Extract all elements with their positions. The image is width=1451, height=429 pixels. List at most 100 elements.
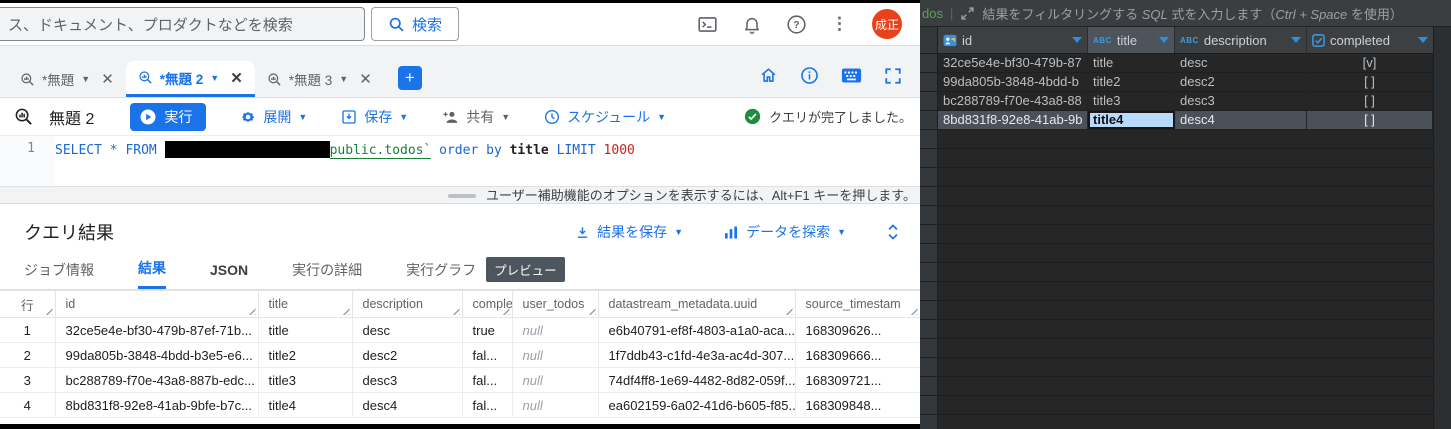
tab-job-info[interactable]: ジョブ情報 [24, 250, 94, 289]
cell-user-todos[interactable]: null [512, 317, 599, 343]
grid-empty-row[interactable] [920, 168, 1451, 187]
tab-untitled-3[interactable]: *無題 3 ▼ ✕ [255, 61, 384, 97]
table-row[interactable]: 4 8bd831f8-92e8-41ab-9bfe-b7c... title4 … [0, 392, 921, 418]
grid-col-title-selected[interactable]: ABC title [1088, 27, 1175, 53]
cell-completed[interactable]: true [462, 317, 513, 343]
cell-description[interactable]: desc3 [1175, 92, 1307, 110]
row-gutter[interactable] [920, 244, 938, 262]
explore-data-menu[interactable]: データを探索 ▼ [723, 222, 846, 242]
help-icon[interactable]: ? [786, 14, 807, 35]
cell-datastream-uuid[interactable]: e6b40791-ef8f-4803-a1a0-aca... [598, 317, 796, 343]
cell-source-timestamp[interactable]: 168309848... [795, 392, 921, 418]
tab-caret-icon[interactable]: ▼ [81, 74, 90, 84]
search-button[interactable]: 検索 [371, 7, 460, 41]
column-resize-handle[interactable] [784, 307, 793, 315]
table-row[interactable]: 3 bc288789-f70e-43a8-887b-edc... title3 … [0, 367, 921, 393]
expand-arrows-icon[interactable] [960, 6, 975, 21]
grid-empty-row[interactable] [920, 187, 1451, 206]
fullscreen-icon[interactable] [884, 67, 902, 85]
cell-title[interactable]: title3 [258, 367, 353, 393]
cell-description[interactable]: desc2 [352, 342, 463, 368]
column-resize-handle[interactable] [587, 307, 596, 315]
cell-completed[interactable]: fal... [462, 342, 513, 368]
row-gutter[interactable] [920, 206, 938, 224]
grid-empty-row[interactable] [920, 377, 1451, 396]
cell-id[interactable]: 99da805b-3848-4bdd-b [938, 73, 1088, 91]
grid-empty-row[interactable] [920, 225, 1451, 244]
keyboard-shortcuts-icon[interactable] [841, 67, 862, 84]
cell-description[interactable]: desc4 [352, 392, 463, 418]
cell-completed[interactable]: [v] [1307, 54, 1433, 72]
row-gutter[interactable] [920, 282, 938, 300]
cell-title[interactable]: title2 [258, 342, 353, 368]
cell-completed[interactable]: [ ] [1307, 92, 1433, 110]
row-gutter[interactable] [920, 358, 938, 376]
grid-empty-row[interactable] [920, 301, 1451, 320]
cell-completed[interactable]: fal... [462, 392, 513, 418]
cell-id[interactable]: 99da805b-3848-4bdd-b3e5-e6... [55, 342, 259, 368]
cell-datastream-uuid[interactable]: 1f7ddb43-c1fd-4e3a-ac4d-307... [598, 342, 796, 368]
col-header-description[interactable]: description [352, 290, 463, 318]
column-resize-handle[interactable] [247, 307, 256, 315]
column-filter-caret-icon[interactable] [1159, 37, 1169, 43]
filter-input-hint[interactable]: 結果をフィルタリングする SQL 式を入力します（Ctrl + Space を使… [982, 4, 1403, 23]
grid-col-id[interactable]: id [938, 27, 1088, 53]
cell-description[interactable]: desc2 [1175, 73, 1307, 91]
cell-user-todos[interactable]: null [512, 367, 599, 393]
cell-id[interactable]: bc288789-f70e-43a8-88 [938, 92, 1088, 110]
save-menu[interactable]: 保存 ▼ [341, 107, 408, 127]
cell-user-todos[interactable]: null [512, 392, 599, 418]
column-resize-handle[interactable] [451, 307, 460, 315]
cell-title[interactable]: title2 [1088, 73, 1175, 91]
row-gutter[interactable] [920, 92, 938, 110]
grid-col-description[interactable]: ABC description [1175, 27, 1307, 53]
row-gutter[interactable] [920, 377, 938, 395]
sql-code-line[interactable]: SELECT * FROM public.todos` order by tit… [55, 136, 635, 186]
tab-caret-icon[interactable]: ▼ [210, 73, 219, 83]
cell-completed[interactable]: [ ] [1307, 111, 1433, 129]
row-gutter[interactable] [920, 111, 938, 129]
row-gutter[interactable] [920, 415, 938, 429]
cell-completed[interactable]: [ ] [1307, 73, 1433, 91]
schedule-menu[interactable]: スケジュール ▼ [544, 107, 666, 127]
save-results-menu[interactable]: 結果を保存 ▼ [575, 222, 683, 242]
cell-source-timestamp[interactable]: 168309666... [795, 342, 921, 368]
row-gutter[interactable] [920, 149, 938, 167]
table-row[interactable]: 2 99da805b-3848-4bdd-b3e5-e6... title2 d… [0, 342, 921, 368]
global-search-box[interactable] [0, 7, 365, 41]
column-filter-caret-icon[interactable] [1072, 37, 1082, 43]
column-resize-handle[interactable] [44, 307, 53, 315]
grid-empty-row[interactable] [920, 415, 1451, 429]
cell-completed[interactable]: fal... [462, 367, 513, 393]
cell-datastream-uuid[interactable]: ea602159-6a02-41d6-b605-f85... [598, 392, 796, 418]
row-gutter[interactable] [920, 54, 938, 72]
cell-datastream-uuid[interactable]: 74df4ff8-1e69-4482-8d82-059f... [598, 367, 796, 393]
cloud-shell-icon[interactable] [697, 14, 718, 35]
row-gutter[interactable] [920, 301, 938, 319]
tab-untitled-2-active[interactable]: *無題 2 ▼ ✕ [125, 61, 255, 97]
column-filter-caret-icon[interactable] [1291, 37, 1301, 43]
col-header-completed[interactable]: comple [462, 290, 513, 318]
grid-empty-row[interactable] [920, 396, 1451, 415]
cell-description[interactable]: desc3 [352, 367, 463, 393]
avatar[interactable]: 成正 [872, 9, 902, 39]
sql-editor[interactable]: 1 SELECT * FROM public.todos` order by t… [0, 136, 920, 186]
grid-row-selected[interactable]: 8bd831f8-92e8-41ab-9b title4 desc4 [ ] [920, 111, 1451, 130]
col-header-user-todos[interactable]: user_todos [512, 290, 599, 318]
cell-user-todos[interactable]: null [512, 342, 599, 368]
grid-empty-row[interactable] [920, 149, 1451, 168]
table-row[interactable]: 1 32ce5e4e-bf30-479b-87ef-71b... title d… [0, 317, 921, 343]
grid-empty-row[interactable] [920, 244, 1451, 263]
col-header-row-number[interactable]: 行 [0, 290, 56, 318]
home-icon[interactable] [759, 66, 778, 85]
cell-title-selected[interactable]: title4 [1088, 111, 1175, 129]
row-gutter[interactable] [920, 225, 938, 243]
col-header-title[interactable]: title [258, 290, 353, 318]
new-tab-button[interactable]: + [397, 66, 422, 90]
col-header-datastream-uuid[interactable]: datastream_metadata.uuid [598, 290, 796, 318]
row-gutter[interactable] [920, 396, 938, 414]
row-gutter[interactable] [920, 263, 938, 281]
tab-close-icon[interactable]: ✕ [359, 70, 372, 88]
row-gutter[interactable] [920, 339, 938, 357]
grid-empty-row[interactable] [920, 206, 1451, 225]
